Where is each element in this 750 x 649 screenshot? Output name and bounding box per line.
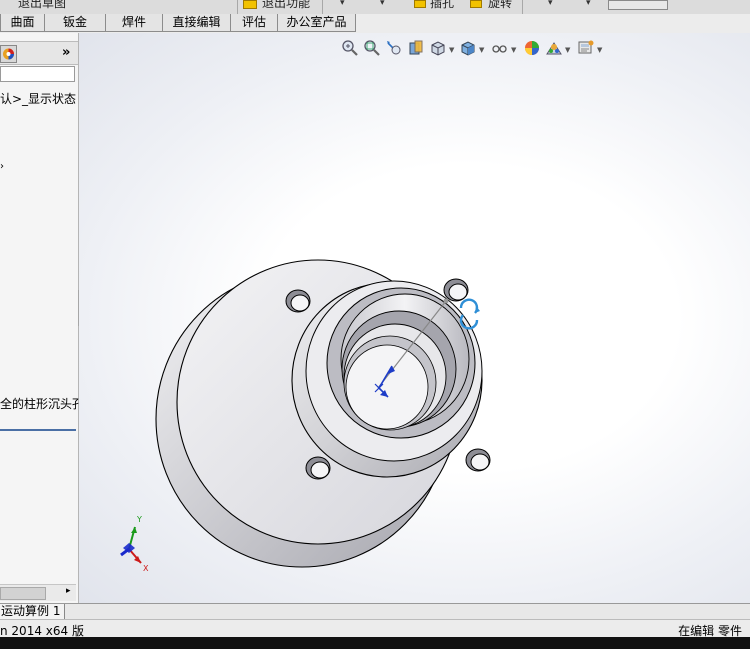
bottom-tab-bar: 运动算例 1 (0, 603, 750, 620)
insert-hole-icon[interactable] (414, 0, 426, 8)
triad-y-label: Y (136, 515, 142, 524)
reference-triad: Y X (120, 515, 149, 573)
rollback-bar[interactable] (0, 429, 76, 431)
feature-manager-panel: » 认>_显示状态 › 全的柱形沉头孔 ▸ (0, 33, 84, 603)
appearance-manager-icon[interactable] (0, 45, 17, 63)
expand-tabs-button[interactable]: » (62, 45, 70, 60)
cbore-hole-item[interactable]: 全的柱形沉头孔 (0, 395, 84, 412)
panel-header: » (0, 41, 78, 65)
chevron-down-icon[interactable]: ▾ (586, 0, 591, 8)
filter-input[interactable] (0, 66, 75, 82)
toolbar-field[interactable] (608, 0, 668, 10)
tab-motion-study[interactable]: 运动算例 1 (0, 604, 66, 620)
rotate-icon[interactable] (470, 0, 482, 8)
chevron-down-icon[interactable]: ▾ (380, 0, 385, 8)
tab-sheet-metal[interactable]: 钣金 (44, 14, 106, 32)
chevron-down-icon[interactable]: ▾ (340, 0, 345, 8)
exit-sketch-label[interactable]: 退出草图 (18, 0, 66, 11)
exit-sketch-icon[interactable] (243, 0, 257, 9)
tree-arrow-icon: › (0, 161, 4, 172)
chevron-down-icon[interactable]: ▾ (548, 0, 553, 8)
flange-part-model[interactable] (79, 33, 750, 603)
triad-x-label: X (143, 564, 149, 573)
tab-surfaces[interactable]: 曲面 (0, 14, 45, 32)
status-bar: n 2014 x64 版 在编辑 零件 (0, 619, 750, 638)
scroll-right-icon[interactable]: ▸ (66, 586, 71, 596)
display-state-item[interactable]: 认>_显示状态 (0, 90, 76, 107)
taskbar-edge (0, 637, 750, 649)
scrollbar-thumb[interactable] (0, 587, 46, 600)
tab-direct-editing[interactable]: 直接编辑 (162, 14, 231, 32)
graphics-area[interactable]: ▼ ▼ ▼ ▼ ▼ Y X (79, 33, 750, 603)
horizontal-scrollbar[interactable]: ▸ (0, 584, 76, 601)
rotate-label[interactable]: 旋转 (488, 0, 512, 11)
top-toolbar-strip: 退出草图 退出功能 ▾ ▾ 插孔 旋转 ▾ ▾ (0, 0, 750, 15)
tab-weldments[interactable]: 焊件 (105, 14, 163, 32)
tab-evaluate[interactable]: 评估 (230, 14, 278, 32)
command-manager-tabs: 曲面 钣金 焊件 直接编辑 评估 办公室产品 (0, 14, 750, 33)
exit-feature-label[interactable]: 退出功能 (262, 0, 310, 11)
insert-hole-label[interactable]: 插孔 (430, 0, 454, 11)
tab-office-products[interactable]: 办公室产品 (277, 14, 356, 32)
